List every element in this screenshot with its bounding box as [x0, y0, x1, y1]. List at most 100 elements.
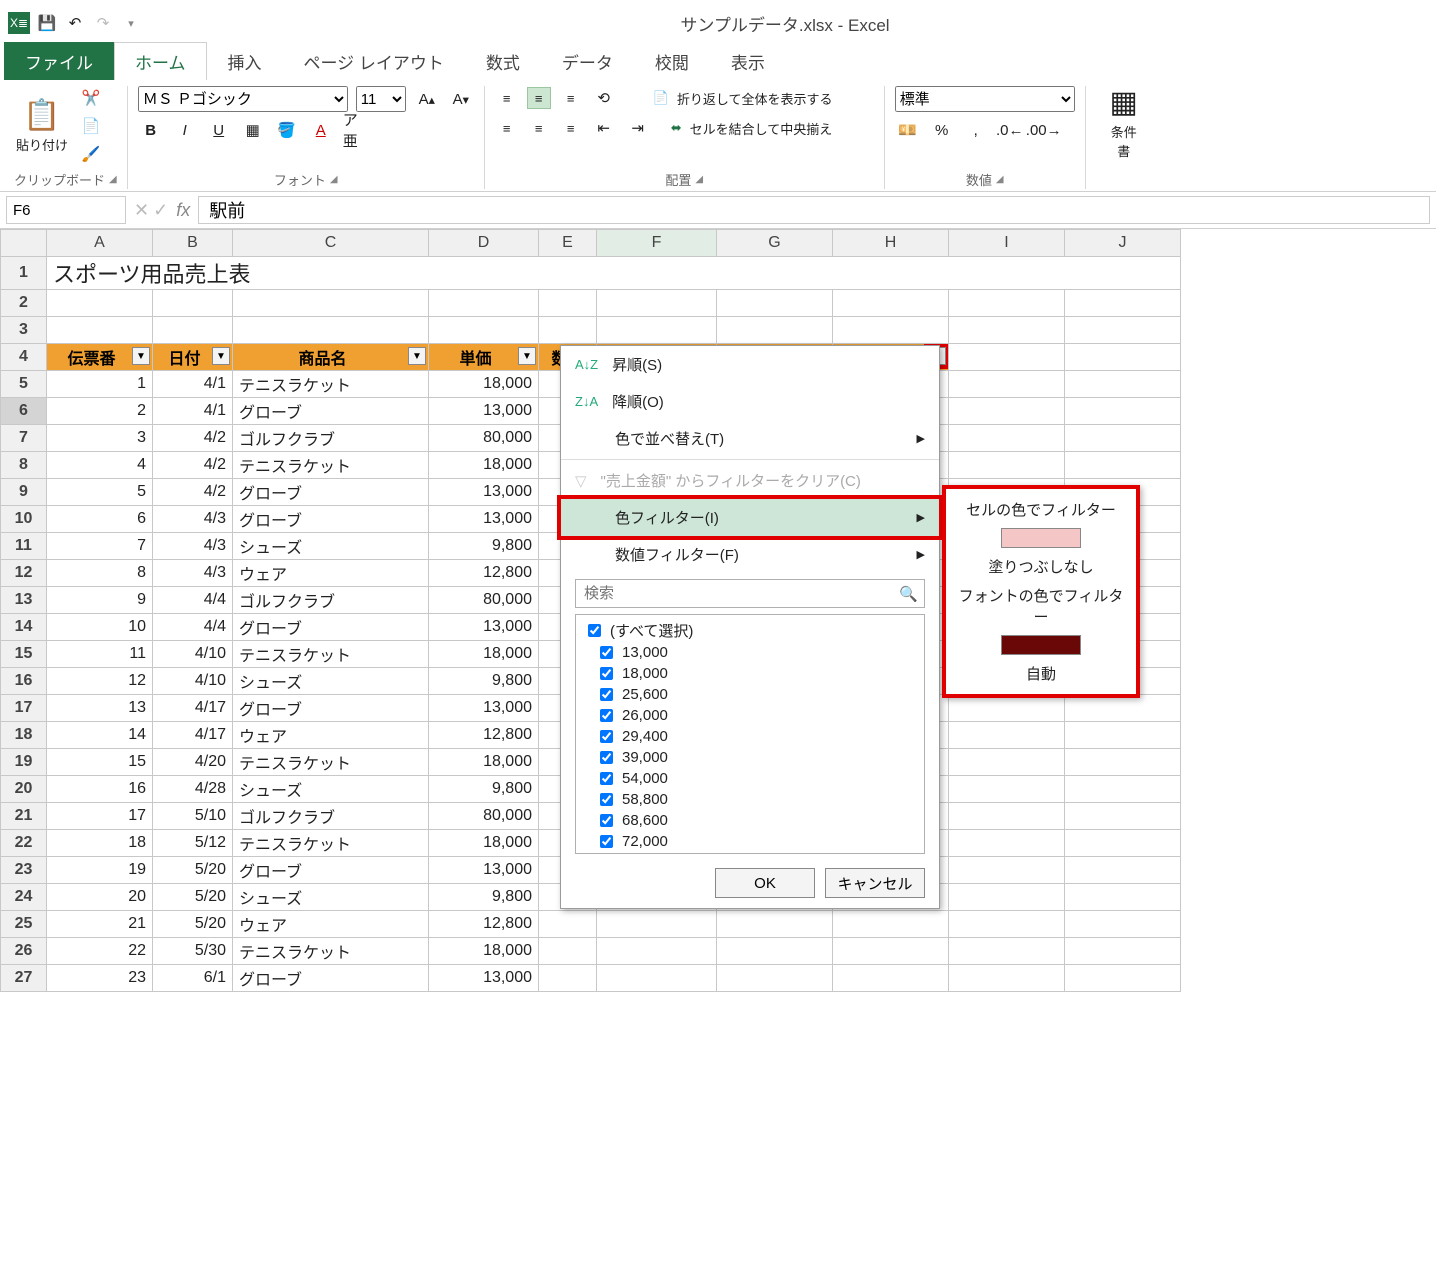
cell-no[interactable]: 6	[47, 506, 153, 533]
formula-bar[interactable]	[198, 196, 1430, 224]
cell-date[interactable]: 5/20	[153, 884, 233, 911]
cell-price[interactable]: 18,000	[429, 641, 539, 668]
filter-check-all[interactable]	[588, 624, 601, 637]
filter-check[interactable]	[600, 688, 613, 701]
filter-dropdown-icon[interactable]: ▼	[518, 347, 536, 365]
decrease-font-button[interactable]: A▾	[448, 87, 474, 111]
cell-name[interactable]: テニスラケット	[233, 371, 429, 398]
cell[interactable]	[833, 938, 949, 965]
cell-name[interactable]: グローブ	[233, 614, 429, 641]
cell[interactable]	[1065, 965, 1181, 992]
percent-button[interactable]: %	[929, 118, 955, 142]
cell-price[interactable]: 13,000	[429, 506, 539, 533]
cell-no[interactable]: 15	[47, 749, 153, 776]
header-2[interactable]: 商品名▼	[233, 344, 429, 371]
cell[interactable]	[949, 911, 1065, 938]
cell[interactable]	[949, 830, 1065, 857]
row-8-header[interactable]: 8	[1, 452, 47, 479]
fill-color-button[interactable]: 🪣	[274, 118, 300, 142]
select-all-cell[interactable]	[1, 230, 47, 257]
cell-price[interactable]: 12,800	[429, 722, 539, 749]
cell[interactable]	[949, 857, 1065, 884]
indent-increase-button[interactable]: ⇥	[625, 116, 651, 140]
row-4-header[interactable]: 4	[1, 344, 47, 371]
redo-icon[interactable]: ↷	[92, 12, 114, 34]
align-center-button[interactable]: ≡	[527, 117, 551, 139]
cell-date[interactable]: 5/12	[153, 830, 233, 857]
cell[interactable]	[539, 938, 597, 965]
cell-no[interactable]: 17	[47, 803, 153, 830]
filter-check[interactable]	[600, 709, 613, 722]
cell-date[interactable]: 4/2	[153, 425, 233, 452]
save-icon[interactable]: 💾	[36, 12, 58, 34]
cell[interactable]	[717, 290, 833, 317]
row-16-header[interactable]: 16	[1, 668, 47, 695]
row-6-header[interactable]: 6	[1, 398, 47, 425]
cell-price[interactable]: 18,000	[429, 938, 539, 965]
row-20-header[interactable]: 20	[1, 776, 47, 803]
cell-name[interactable]: テニスラケット	[233, 749, 429, 776]
row-26-header[interactable]: 26	[1, 938, 47, 965]
cell-date[interactable]: 6/1	[153, 965, 233, 992]
col-a[interactable]: A	[47, 230, 153, 257]
cell-name[interactable]: シューズ	[233, 884, 429, 911]
cell-date[interactable]: 4/2	[153, 479, 233, 506]
cell-date[interactable]: 4/2	[153, 452, 233, 479]
cell-name[interactable]: グローブ	[233, 506, 429, 533]
cell[interactable]	[949, 965, 1065, 992]
filter-dropdown-icon[interactable]: ▼	[408, 347, 426, 365]
filter-check[interactable]	[600, 730, 613, 743]
align-left-button[interactable]: ≡	[495, 117, 519, 139]
menu-number-filter[interactable]: 数値フィルター(F)▶	[561, 536, 939, 573]
filter-value-list[interactable]: (すべて選択) 13,00018,00025,60026,00029,40039…	[575, 614, 925, 854]
cell[interactable]	[833, 317, 949, 344]
cell[interactable]	[47, 290, 153, 317]
cell[interactable]	[949, 452, 1065, 479]
cell[interactable]	[153, 317, 233, 344]
cell[interactable]	[1065, 830, 1181, 857]
cell-date[interactable]: 4/28	[153, 776, 233, 803]
row-18-header[interactable]: 18	[1, 722, 47, 749]
cell-price[interactable]: 80,000	[429, 587, 539, 614]
cell[interactable]	[1065, 695, 1181, 722]
row-7-header[interactable]: 7	[1, 425, 47, 452]
decrease-decimal-button[interactable]: .00→	[1031, 118, 1057, 142]
cell-date[interactable]: 4/4	[153, 614, 233, 641]
tab-pagelayout[interactable]: ページ レイアウト	[283, 42, 465, 80]
filter-check[interactable]	[600, 646, 613, 659]
cell-date[interactable]: 4/3	[153, 560, 233, 587]
number-format-select[interactable]: 標準	[895, 86, 1075, 112]
cell-no[interactable]: 23	[47, 965, 153, 992]
increase-decimal-button[interactable]: .0←	[997, 118, 1023, 142]
tab-file[interactable]: ファイル	[4, 42, 114, 80]
col-h[interactable]: H	[833, 230, 949, 257]
cell-date[interactable]: 4/10	[153, 668, 233, 695]
cell-date[interactable]: 5/10	[153, 803, 233, 830]
align-launcher-icon[interactable]: ◢	[695, 174, 703, 185]
row-25-header[interactable]: 25	[1, 911, 47, 938]
cell-price[interactable]: 18,000	[429, 371, 539, 398]
cell-date[interactable]: 4/3	[153, 506, 233, 533]
cell-price[interactable]: 12,800	[429, 560, 539, 587]
cell-price[interactable]: 13,000	[429, 479, 539, 506]
col-e[interactable]: E	[539, 230, 597, 257]
tab-insert[interactable]: 挿入	[207, 42, 283, 80]
row-9-header[interactable]: 9	[1, 479, 47, 506]
cell-no[interactable]: 13	[47, 695, 153, 722]
cell-price[interactable]: 9,800	[429, 776, 539, 803]
cell[interactable]	[1065, 776, 1181, 803]
cell[interactable]	[949, 803, 1065, 830]
cell-name[interactable]: シューズ	[233, 776, 429, 803]
row-17-header[interactable]: 17	[1, 695, 47, 722]
cell-date[interactable]: 5/30	[153, 938, 233, 965]
cell-no[interactable]: 21	[47, 911, 153, 938]
cell-price[interactable]: 13,000	[429, 614, 539, 641]
cell[interactable]	[949, 425, 1065, 452]
cell-date[interactable]: 4/3	[153, 533, 233, 560]
cell[interactable]	[597, 965, 717, 992]
font-color-button[interactable]: A	[308, 118, 334, 142]
cell[interactable]	[833, 290, 949, 317]
cell-price[interactable]: 12,800	[429, 911, 539, 938]
cell-name[interactable]: テニスラケット	[233, 830, 429, 857]
cell[interactable]	[429, 317, 539, 344]
